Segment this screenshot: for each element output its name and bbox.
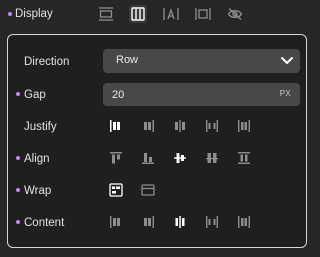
no-wrap-icon[interactable]	[139, 181, 157, 199]
wrap-icon[interactable]	[107, 181, 125, 199]
gap-label: Gap	[24, 89, 46, 101]
align-center-icon[interactable]	[171, 149, 189, 167]
justify-space-between-icon[interactable]	[203, 117, 221, 135]
justify-end-icon[interactable]	[139, 117, 157, 135]
content-indicator-dot	[16, 220, 20, 224]
content-start-icon[interactable]	[107, 213, 125, 231]
direction-value: Row	[116, 54, 139, 66]
display-label: Display	[15, 8, 53, 20]
display-indicator-dot	[8, 12, 12, 16]
display-row: Display	[0, 0, 317, 28]
justify-label: Justify	[24, 121, 57, 133]
inline-text-icon[interactable]	[162, 5, 180, 23]
hidden-eye-icon[interactable]	[226, 5, 244, 23]
justify-start-icon[interactable]	[107, 117, 125, 135]
direction-label: Direction	[24, 56, 70, 68]
align-baseline-icon[interactable]	[203, 149, 221, 167]
chevron-down-icon	[280, 53, 294, 74]
content-space-around-icon[interactable]	[235, 213, 253, 231]
justify-space-around-icon[interactable]	[235, 117, 253, 135]
gap-field: PX	[103, 83, 300, 106]
flex-icon[interactable]	[129, 5, 147, 23]
align-end-icon[interactable]	[139, 149, 157, 167]
inline-block-icon[interactable]	[194, 5, 212, 23]
gap-unit[interactable]: PX	[280, 89, 291, 98]
justify-center-icon[interactable]	[171, 117, 189, 135]
block-icon[interactable]	[97, 5, 115, 23]
align-label: Align	[24, 153, 50, 165]
align-start-icon[interactable]	[107, 149, 125, 167]
content-center-icon[interactable]	[171, 213, 189, 231]
gap-indicator-dot	[16, 92, 20, 96]
direction-select[interactable]: Row	[103, 49, 300, 73]
wrap-indicator-dot	[16, 188, 20, 192]
content-end-icon[interactable]	[139, 213, 157, 231]
align-indicator-dot	[16, 156, 20, 160]
content-label: Content	[24, 217, 65, 229]
align-stretch-icon[interactable]	[235, 149, 253, 167]
gap-input[interactable]	[103, 83, 272, 106]
wrap-label: Wrap	[24, 185, 52, 197]
content-space-between-icon[interactable]	[203, 213, 221, 231]
